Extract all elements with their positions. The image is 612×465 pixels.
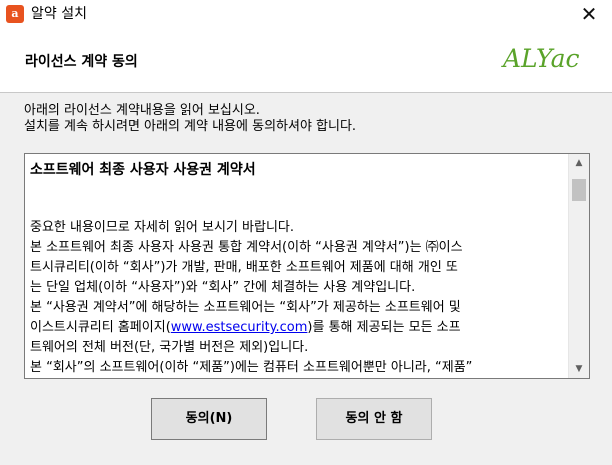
- scroll-thumb[interactable]: [572, 179, 586, 201]
- license-line: 트시큐리티(이하 “회사”)가 개발, 판매, 배포한 소프트웨어 제품에 대해…: [30, 260, 458, 275]
- license-text-box[interactable]: 소프트웨어 최종 사용자 사용권 계약서 중요한 내용이므로 자세히 읽어 보시…: [24, 153, 590, 379]
- instruction-line-1: 아래의 라이선스 계약내용을 읽어 보십시오.: [24, 103, 260, 118]
- agree-button[interactable]: 동의(N): [151, 398, 267, 440]
- page-title: 라이선스 계약 동의: [25, 54, 138, 70]
- license-content: 소프트웨어 최종 사용자 사용권 계약서 중요한 내용이므로 자세히 읽어 보시…: [30, 158, 566, 378]
- estsecurity-link[interactable]: www.estsecurity.com: [171, 320, 308, 335]
- license-text: 이스트시큐리티 홈페이지(: [30, 320, 171, 335]
- window-title: 알약 설치: [31, 6, 87, 22]
- alyac-app-icon: a: [6, 5, 24, 23]
- instructions: 아래의 라이선스 계약내용을 읽어 보십시오. 설치를 계속 하시려면 아래의 …: [24, 103, 356, 135]
- license-line: 트웨어의 전체 버전(단, 국가별 버전은 제외)입니다.: [30, 340, 309, 355]
- vertical-scrollbar[interactable]: ▲ ▼: [568, 154, 589, 378]
- alyac-logo: ALYac: [503, 44, 580, 73]
- license-line: 본 “회사”의 소프트웨어(이하 “제품”)에는 컴퓨터 소프트웨어뿐만 아니라…: [30, 360, 473, 375]
- license-line: 본 소프트웨어 최종 사용자 사용권 통합 계약서(이하 “사용권 계약서”)는…: [30, 240, 463, 255]
- scroll-down-arrow-icon[interactable]: ▼: [569, 360, 589, 378]
- title-bar: a 알약 설치 ✕: [0, 0, 612, 29]
- license-line: 는 단일 업체(이하 “사용자”)와 “회사” 간에 체결하는 사용 계약입니다…: [30, 280, 416, 295]
- license-heading: 소프트웨어 최종 사용자 사용권 계약서: [30, 162, 256, 178]
- license-line: 중요한 내용이므로 자세히 읽어 보시기 바랍니다.: [30, 220, 294, 235]
- license-text: )를 통해 제공되는 모든 소프: [307, 320, 461, 335]
- close-button[interactable]: ✕: [566, 0, 612, 29]
- license-line-with-link: 이스트시큐리티 홈페이지(www.estsecurity.com)를 통해 제공…: [30, 318, 566, 338]
- header-panel: 라이선스 계약 동의 ALYac: [0, 29, 612, 93]
- instruction-line-2: 설치를 계속 하시려면 아래의 계약 내용에 동의하셔야 합니다.: [24, 119, 357, 134]
- disagree-button[interactable]: 동의 안 함: [316, 398, 432, 440]
- license-line: 본 “사용권 계약서”에 해당하는 소프트웨어는 “회사”가 제공하는 소프트웨…: [30, 300, 461, 315]
- scroll-up-arrow-icon[interactable]: ▲: [569, 154, 589, 172]
